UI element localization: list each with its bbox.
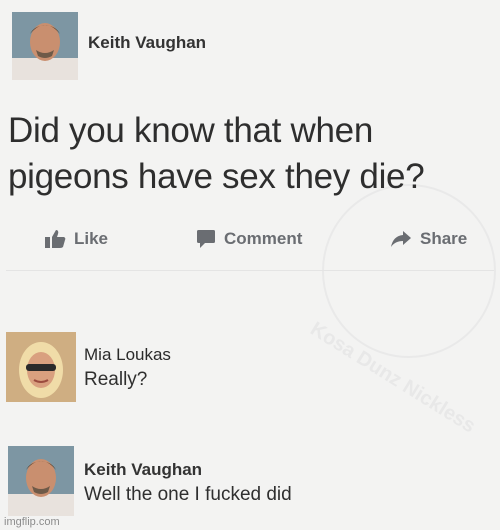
watermark-circle bbox=[322, 184, 496, 358]
like-button[interactable]: Like bbox=[44, 226, 108, 252]
comment-label: Comment bbox=[224, 229, 303, 248]
post-text: Did you know that when pigeons have sex … bbox=[8, 111, 425, 196]
share-button[interactable]: Share bbox=[390, 226, 467, 252]
reply-text: Well the one I fucked did bbox=[84, 484, 292, 505]
reply-author-avatar[interactable] bbox=[8, 446, 74, 516]
comment-author-name[interactable]: Mia Loukas bbox=[84, 345, 171, 365]
divider bbox=[6, 270, 494, 271]
footer-credit: imgflip.com bbox=[4, 516, 60, 528]
post-author-avatar[interactable] bbox=[12, 12, 78, 80]
comment-author-avatar[interactable] bbox=[6, 332, 76, 402]
person-avatar-icon bbox=[12, 12, 78, 80]
person-avatar-icon bbox=[8, 446, 74, 516]
comment-button[interactable]: Comment bbox=[196, 226, 302, 252]
reply-author-name[interactable]: Keith Vaughan bbox=[84, 460, 202, 480]
share-arrow-icon bbox=[390, 230, 412, 248]
person-avatar-icon bbox=[6, 332, 76, 402]
like-label: Like bbox=[74, 229, 109, 248]
post-author-name[interactable]: Keith Vaughan bbox=[88, 33, 206, 53]
comment-icon bbox=[196, 229, 216, 249]
thumbs-up-icon bbox=[44, 229, 66, 249]
share-label: Share bbox=[420, 229, 468, 248]
comment-text: Really? bbox=[84, 369, 148, 390]
